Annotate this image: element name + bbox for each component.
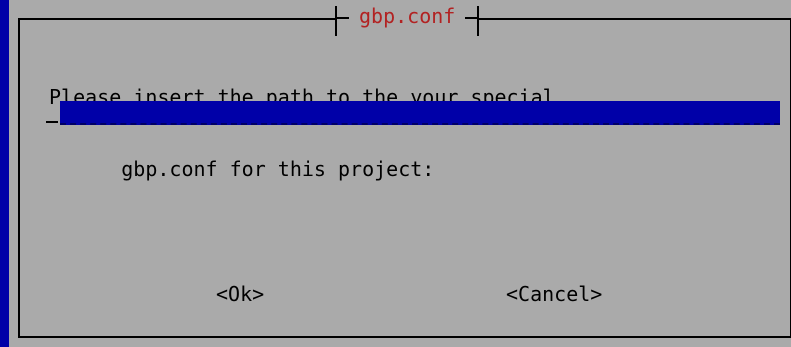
dialog-title-box: gbp.conf xyxy=(335,4,480,36)
text-cursor xyxy=(46,121,58,123)
dialog-title: gbp.conf xyxy=(359,4,456,28)
prompt-text: Please insert the path to the your speci… xyxy=(49,37,555,229)
prompt-line-2: gbp.conf for this project: xyxy=(49,157,435,181)
ok-button[interactable]: <Ok> xyxy=(216,282,264,306)
cancel-button[interactable]: <Cancel> xyxy=(506,282,602,306)
dialog: gbp.conf Please insert the path to the y… xyxy=(9,0,791,347)
path-input[interactable] xyxy=(60,101,780,125)
